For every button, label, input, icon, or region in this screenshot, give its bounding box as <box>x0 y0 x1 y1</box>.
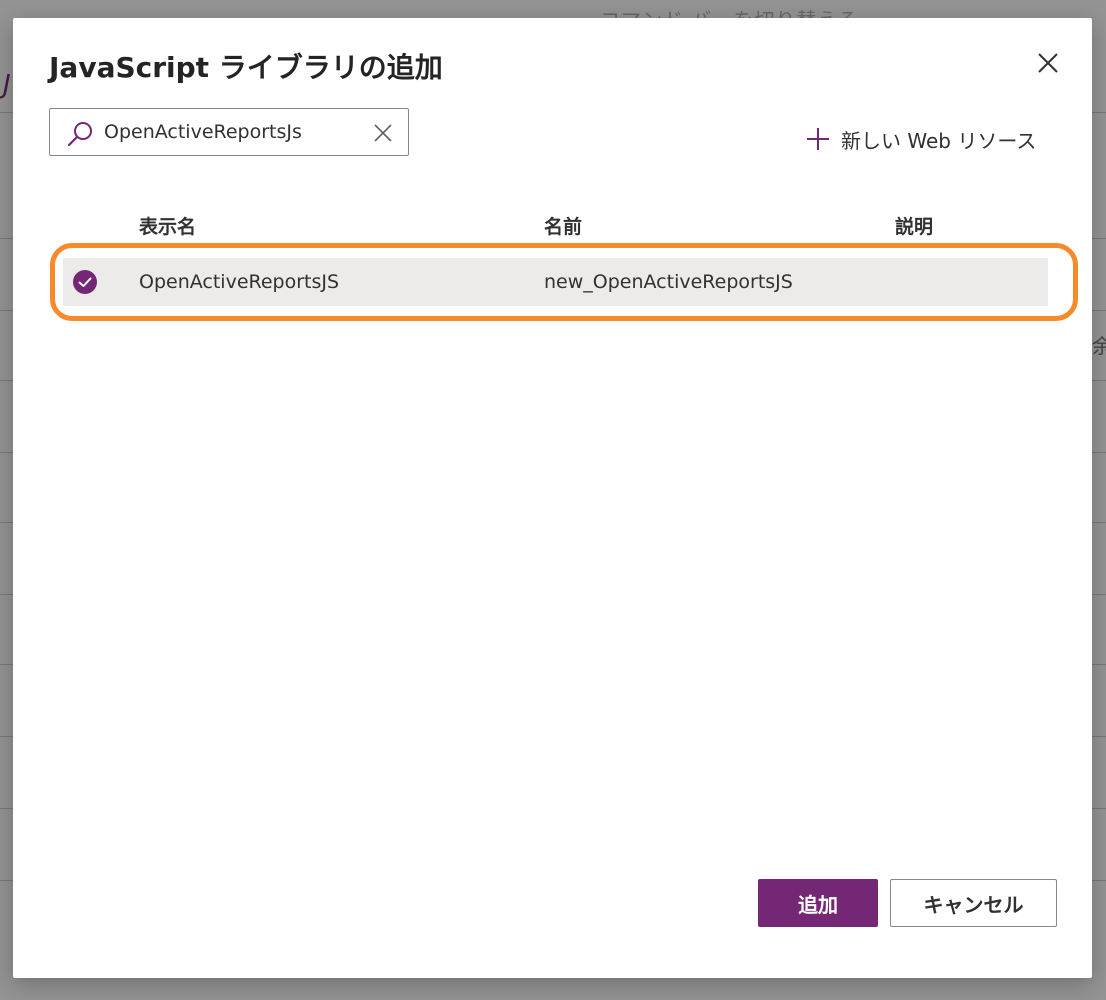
cancel-button[interactable]: キャンセル <box>890 879 1057 927</box>
add-javascript-library-dialog: JavaScript ライブラリの追加 新しい Web リソース 表示名 名前 … <box>13 18 1092 978</box>
column-header-display-name[interactable]: 表示名 <box>139 212 196 239</box>
dialog-title: JavaScript ライブラリの追加 <box>49 51 443 84</box>
new-web-resource-button[interactable]: 新しい Web リソース <box>805 124 1036 154</box>
clear-icon[interactable] <box>372 122 394 144</box>
close-icon <box>1038 53 1058 73</box>
search-input[interactable] <box>104 117 354 147</box>
new-web-resource-label: 新しい Web リソース <box>841 128 1037 153</box>
search-box[interactable] <box>49 108 409 156</box>
close-button[interactable] <box>1033 48 1063 78</box>
column-header-description[interactable]: 説明 <box>895 212 933 239</box>
plus-icon <box>807 128 829 150</box>
column-header-name[interactable]: 名前 <box>544 212 582 239</box>
search-icon <box>67 122 92 147</box>
add-button[interactable]: 追加 <box>758 879 878 927</box>
selection-highlight <box>50 243 1078 321</box>
